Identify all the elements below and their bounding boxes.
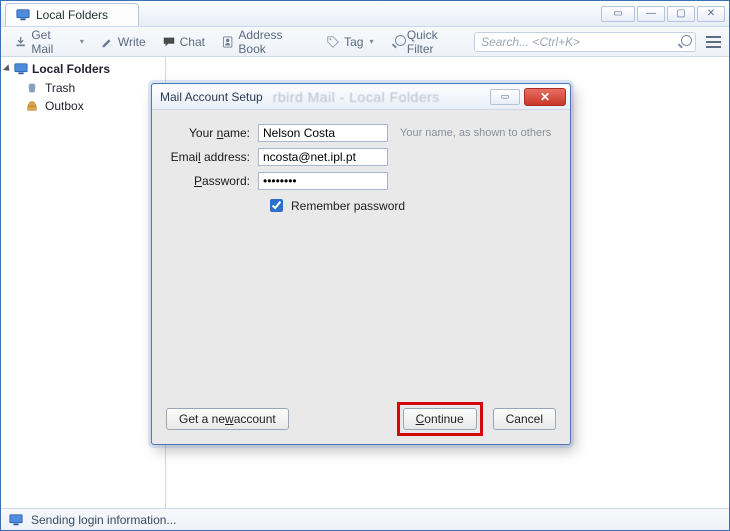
tree-root-label: Local Folders (32, 62, 110, 76)
address-book-label: Address Book (238, 28, 310, 56)
name-input[interactable] (258, 124, 388, 142)
tree-item-outbox[interactable]: Outbox (1, 97, 165, 115)
app-menu-button[interactable] (704, 32, 723, 52)
continue-button[interactable]: Continue (403, 408, 477, 430)
chat-icon (162, 35, 176, 49)
dialog-titlebar: Mail Account Setup rbird Mail - Local Fo… (152, 84, 570, 110)
remember-password-label: Remember password (291, 199, 405, 213)
continue-highlight: Continue (397, 402, 483, 436)
tab-label: Local Folders (36, 8, 108, 22)
mail-account-setup-dialog: Mail Account Setup rbird Mail - Local Fo… (151, 83, 571, 445)
write-label: Write (118, 35, 146, 49)
dialog-title: Mail Account Setup (160, 90, 263, 104)
cancel-button[interactable]: Cancel (493, 408, 556, 430)
search-icon (675, 35, 689, 49)
tree-item-label: Trash (45, 81, 75, 95)
name-label: Your name: (170, 126, 258, 140)
search-placeholder: Search... <Ctrl+K> (481, 35, 580, 49)
tree-item-label: Outbox (45, 99, 84, 113)
window-controls: ▭ — ▢ ✕ (601, 6, 725, 22)
window-maximize-button[interactable]: ▢ (667, 6, 695, 22)
status-bar: Sending login information... (1, 508, 729, 530)
status-message: Sending login information... (31, 513, 176, 527)
email-label: Email address: (170, 150, 258, 164)
trash-icon (25, 81, 39, 95)
monitor-icon (16, 8, 30, 22)
chat-button[interactable]: Chat (155, 32, 212, 52)
password-input[interactable] (258, 172, 388, 190)
get-mail-button[interactable]: Get Mail ▾ (7, 25, 91, 59)
write-button[interactable]: Write (93, 32, 153, 52)
download-icon (14, 35, 27, 49)
tag-button[interactable]: Tag ▾ (319, 32, 380, 52)
get-mail-label: Get Mail (31, 28, 74, 56)
monitor-icon (14, 62, 28, 76)
tree-root-local-folders[interactable]: Local Folders (1, 59, 165, 79)
dialog-help-button[interactable]: ▭ (490, 89, 520, 105)
address-book-button[interactable]: Address Book (214, 25, 317, 59)
window-minimize-button[interactable]: — (637, 6, 665, 22)
search-icon (389, 35, 402, 49)
pencil-icon (100, 35, 114, 49)
window-extra-button[interactable]: ▭ (601, 6, 635, 22)
address-book-icon (221, 35, 234, 49)
tab-strip: Local Folders (5, 1, 601, 26)
global-search-input[interactable]: Search... <Ctrl+K> (474, 32, 696, 52)
background-title-blur: rbird Mail - Local Folders (273, 89, 440, 105)
quick-filter-label: Quick Filter (407, 28, 465, 56)
tree-item-trash[interactable]: Trash (1, 79, 165, 97)
password-label: Password: (170, 174, 258, 188)
folder-sidebar: Local Folders Trash Outbox (1, 57, 166, 508)
window-close-button[interactable]: ✕ (697, 6, 725, 22)
expand-icon (3, 64, 12, 73)
chat-label: Chat (180, 35, 205, 49)
dialog-footer: Get a new account Continue Cancel (152, 400, 570, 444)
email-input[interactable] (258, 148, 388, 166)
monitor-icon (9, 513, 23, 527)
tag-label: Tag (344, 35, 363, 49)
remember-password-checkbox[interactable] (270, 199, 283, 212)
get-new-account-button[interactable]: Get a new account (166, 408, 289, 430)
main-tab-local-folders[interactable]: Local Folders (5, 3, 139, 26)
dialog-close-button[interactable]: ✕ (524, 88, 566, 106)
quick-filter-button[interactable]: Quick Filter (382, 25, 472, 59)
main-toolbar: Get Mail ▾ Write Chat Address Book Tag ▾… (1, 27, 729, 57)
window-titlebar: Local Folders ▭ — ▢ ✕ (1, 1, 729, 27)
tag-icon (326, 35, 340, 49)
chevron-down-icon: ▾ (369, 37, 373, 46)
outbox-icon (25, 99, 39, 113)
chevron-down-icon: ▾ (80, 37, 84, 46)
name-hint: Your name, as shown to others (400, 127, 551, 139)
dialog-body: Your name: Your name, as shown to others… (152, 110, 570, 400)
